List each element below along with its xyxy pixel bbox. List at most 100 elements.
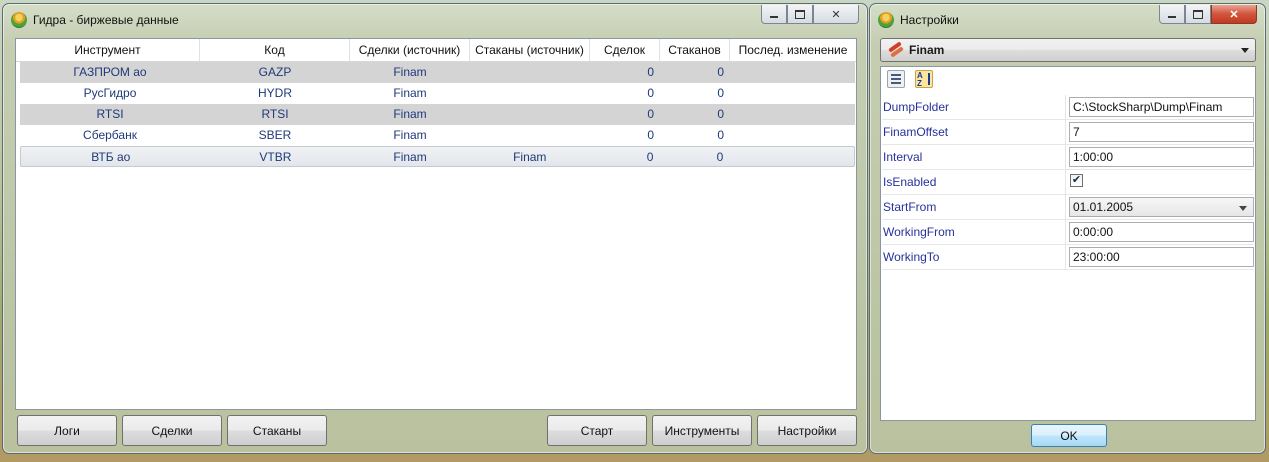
maximize-icon xyxy=(1193,9,1203,19)
settings-window-title: Настройки xyxy=(900,13,959,27)
chevron-down-icon xyxy=(1241,48,1249,53)
isenabled-checkbox[interactable]: ✔ xyxy=(1070,174,1083,187)
cell-depth-source xyxy=(470,83,590,104)
cell-instrument: Сбербанк xyxy=(83,128,137,142)
close-button[interactable]: ✕ xyxy=(1211,5,1257,24)
cell-trades-source: Finam xyxy=(393,107,427,121)
property-name: FinamOffset xyxy=(882,120,1066,144)
cell-instrument: ГАЗПРОМ ао xyxy=(73,65,147,79)
main-window-title: Гидра - биржевые данные xyxy=(33,13,179,27)
settings-button[interactable]: Настройки xyxy=(757,415,857,446)
depths-button[interactable]: Стаканы xyxy=(227,415,327,446)
settings-titlebar[interactable]: Настройки ✕ xyxy=(870,4,1265,34)
property-row-interval: Interval 1:00:00 xyxy=(882,145,1254,170)
cell-trades: 0 xyxy=(647,107,654,121)
startfrom-date-picker[interactable]: 01.01.2005 xyxy=(1069,197,1254,217)
interval-field[interactable]: 1:00:00 xyxy=(1069,147,1254,167)
table-row[interactable]: ГАЗПРОМ ао GAZP Finam 0 0 xyxy=(20,62,855,83)
chevron-down-icon[interactable] xyxy=(1239,206,1247,211)
dumpfolder-field[interactable]: C:\StockSharp\Dump\Finam xyxy=(1069,97,1254,117)
categorized-view-button[interactable] xyxy=(887,70,905,88)
cell-trades: 0 xyxy=(647,128,654,142)
cell-code: VTBR xyxy=(259,150,292,164)
close-icon: ✕ xyxy=(1229,8,1239,21)
startfrom-value: 01.01.2005 xyxy=(1073,200,1134,214)
maximize-button[interactable] xyxy=(1185,5,1211,24)
minimize-icon xyxy=(1168,16,1176,18)
cell-depths: 0 xyxy=(716,150,724,164)
cell-instrument: RTSI xyxy=(96,107,124,121)
col-header-trades-source[interactable]: Сделки (источник) xyxy=(350,39,470,61)
property-name: StartFrom xyxy=(882,195,1066,219)
ok-button[interactable]: OK xyxy=(1031,424,1107,447)
table-row[interactable]: RTSI RTSI Finam 0 0 xyxy=(20,104,855,125)
col-header-trades[interactable]: Сделок xyxy=(590,39,660,61)
maximize-icon xyxy=(795,9,805,19)
minimize-button[interactable] xyxy=(761,5,787,24)
sort-az-icon: AZ xyxy=(917,71,923,88)
cell-trades-source: Finam xyxy=(393,128,427,142)
trades-button[interactable]: Сделки xyxy=(122,415,222,446)
cell-last-change xyxy=(730,83,855,104)
property-row-isenabled: IsEnabled ✔ xyxy=(882,170,1254,195)
cell-depths: 0 xyxy=(717,86,724,100)
maximize-button[interactable] xyxy=(787,5,813,24)
workingto-field[interactable]: 23:00:00 xyxy=(1069,247,1254,267)
property-grid: AZ DumpFolder C:\StockSharp\Dump\Finam F… xyxy=(880,66,1256,421)
sort-arrow-icon xyxy=(928,73,930,85)
col-header-last-change[interactable]: Послед. изменение xyxy=(730,39,856,61)
finamoffset-field[interactable]: 7 xyxy=(1069,122,1254,142)
checkmark-icon: ✔ xyxy=(1071,174,1082,186)
col-header-depths[interactable]: Стаканов xyxy=(660,39,730,61)
cell-last-change xyxy=(730,62,855,83)
cell-code: HYDR xyxy=(257,86,292,100)
cell-instrument: ВТБ ао xyxy=(91,150,131,164)
instruments-button[interactable]: Инструменты xyxy=(652,415,752,446)
alphabetical-sort-button[interactable]: AZ xyxy=(915,70,933,88)
workingfrom-field[interactable]: 0:00:00 xyxy=(1069,222,1254,242)
col-header-instrument[interactable]: Инструмент xyxy=(16,39,200,61)
cell-trades: 0 xyxy=(646,150,654,164)
property-name: WorkingTo xyxy=(882,245,1066,269)
cell-trades-source: Finam xyxy=(393,65,427,79)
cell-instrument: РусГидро xyxy=(83,86,137,100)
property-row-startfrom: StartFrom 01.01.2005 xyxy=(882,195,1254,220)
table-row[interactable]: Сбербанк SBER Finam 0 0 xyxy=(20,125,855,146)
property-row-workingto: WorkingTo 23:00:00 xyxy=(882,245,1254,270)
close-button[interactable]: ✕ xyxy=(813,5,859,24)
settings-window: Настройки ✕ Finam AZ DumpFolder C:\Stock… xyxy=(869,3,1266,454)
cell-trades-source: Finam xyxy=(393,86,427,100)
cell-depth-source xyxy=(470,104,590,125)
logs-button[interactable]: Логи xyxy=(17,415,117,446)
property-row-workingfrom: WorkingFrom 0:00:00 xyxy=(882,220,1254,245)
table-row[interactable]: РусГидро HYDR Finam 0 0 xyxy=(20,83,855,104)
cell-depth-source xyxy=(470,125,590,146)
minimize-icon xyxy=(770,16,778,18)
cell-last-change xyxy=(730,104,855,125)
source-selected-value: Finam xyxy=(909,43,945,57)
cell-code: SBER xyxy=(258,128,292,142)
main-window: Гидра - биржевые данные ✕ Инструмент Код… xyxy=(2,3,868,454)
close-icon: ✕ xyxy=(831,8,841,21)
cell-code: RTSI xyxy=(261,107,289,121)
property-name: IsEnabled xyxy=(882,170,1066,194)
property-rows: DumpFolder C:\StockSharp\Dump\Finam Fina… xyxy=(882,95,1254,270)
cell-depths: 0 xyxy=(717,128,724,142)
col-header-code[interactable]: Код xyxy=(200,39,350,61)
col-header-depth-source[interactable]: Стаканы (источник) xyxy=(470,39,590,61)
cell-depth-source: Finam xyxy=(513,150,547,164)
minimize-button[interactable] xyxy=(1159,5,1185,24)
source-selector[interactable]: Finam xyxy=(880,38,1256,62)
property-row-dumpfolder: DumpFolder C:\StockSharp\Dump\Finam xyxy=(882,95,1254,120)
property-grid-toolbar: AZ xyxy=(887,70,933,92)
cell-depths: 0 xyxy=(717,65,724,79)
property-row-finamoffset: FinamOffset 7 xyxy=(882,120,1254,145)
cell-depths: 0 xyxy=(717,107,724,121)
table-row-selected[interactable]: ВТБ ао VTBR Finam Finam 0 0 xyxy=(20,146,855,167)
main-titlebar[interactable]: Гидра - биржевые данные ✕ xyxy=(3,4,867,34)
securities-grid: Инструмент Код Сделки (источник) Стаканы… xyxy=(15,38,857,410)
hydra-app-icon xyxy=(11,12,27,28)
start-button[interactable]: Старт xyxy=(547,415,647,446)
property-name: Interval xyxy=(882,145,1066,169)
finam-icon xyxy=(887,41,904,58)
